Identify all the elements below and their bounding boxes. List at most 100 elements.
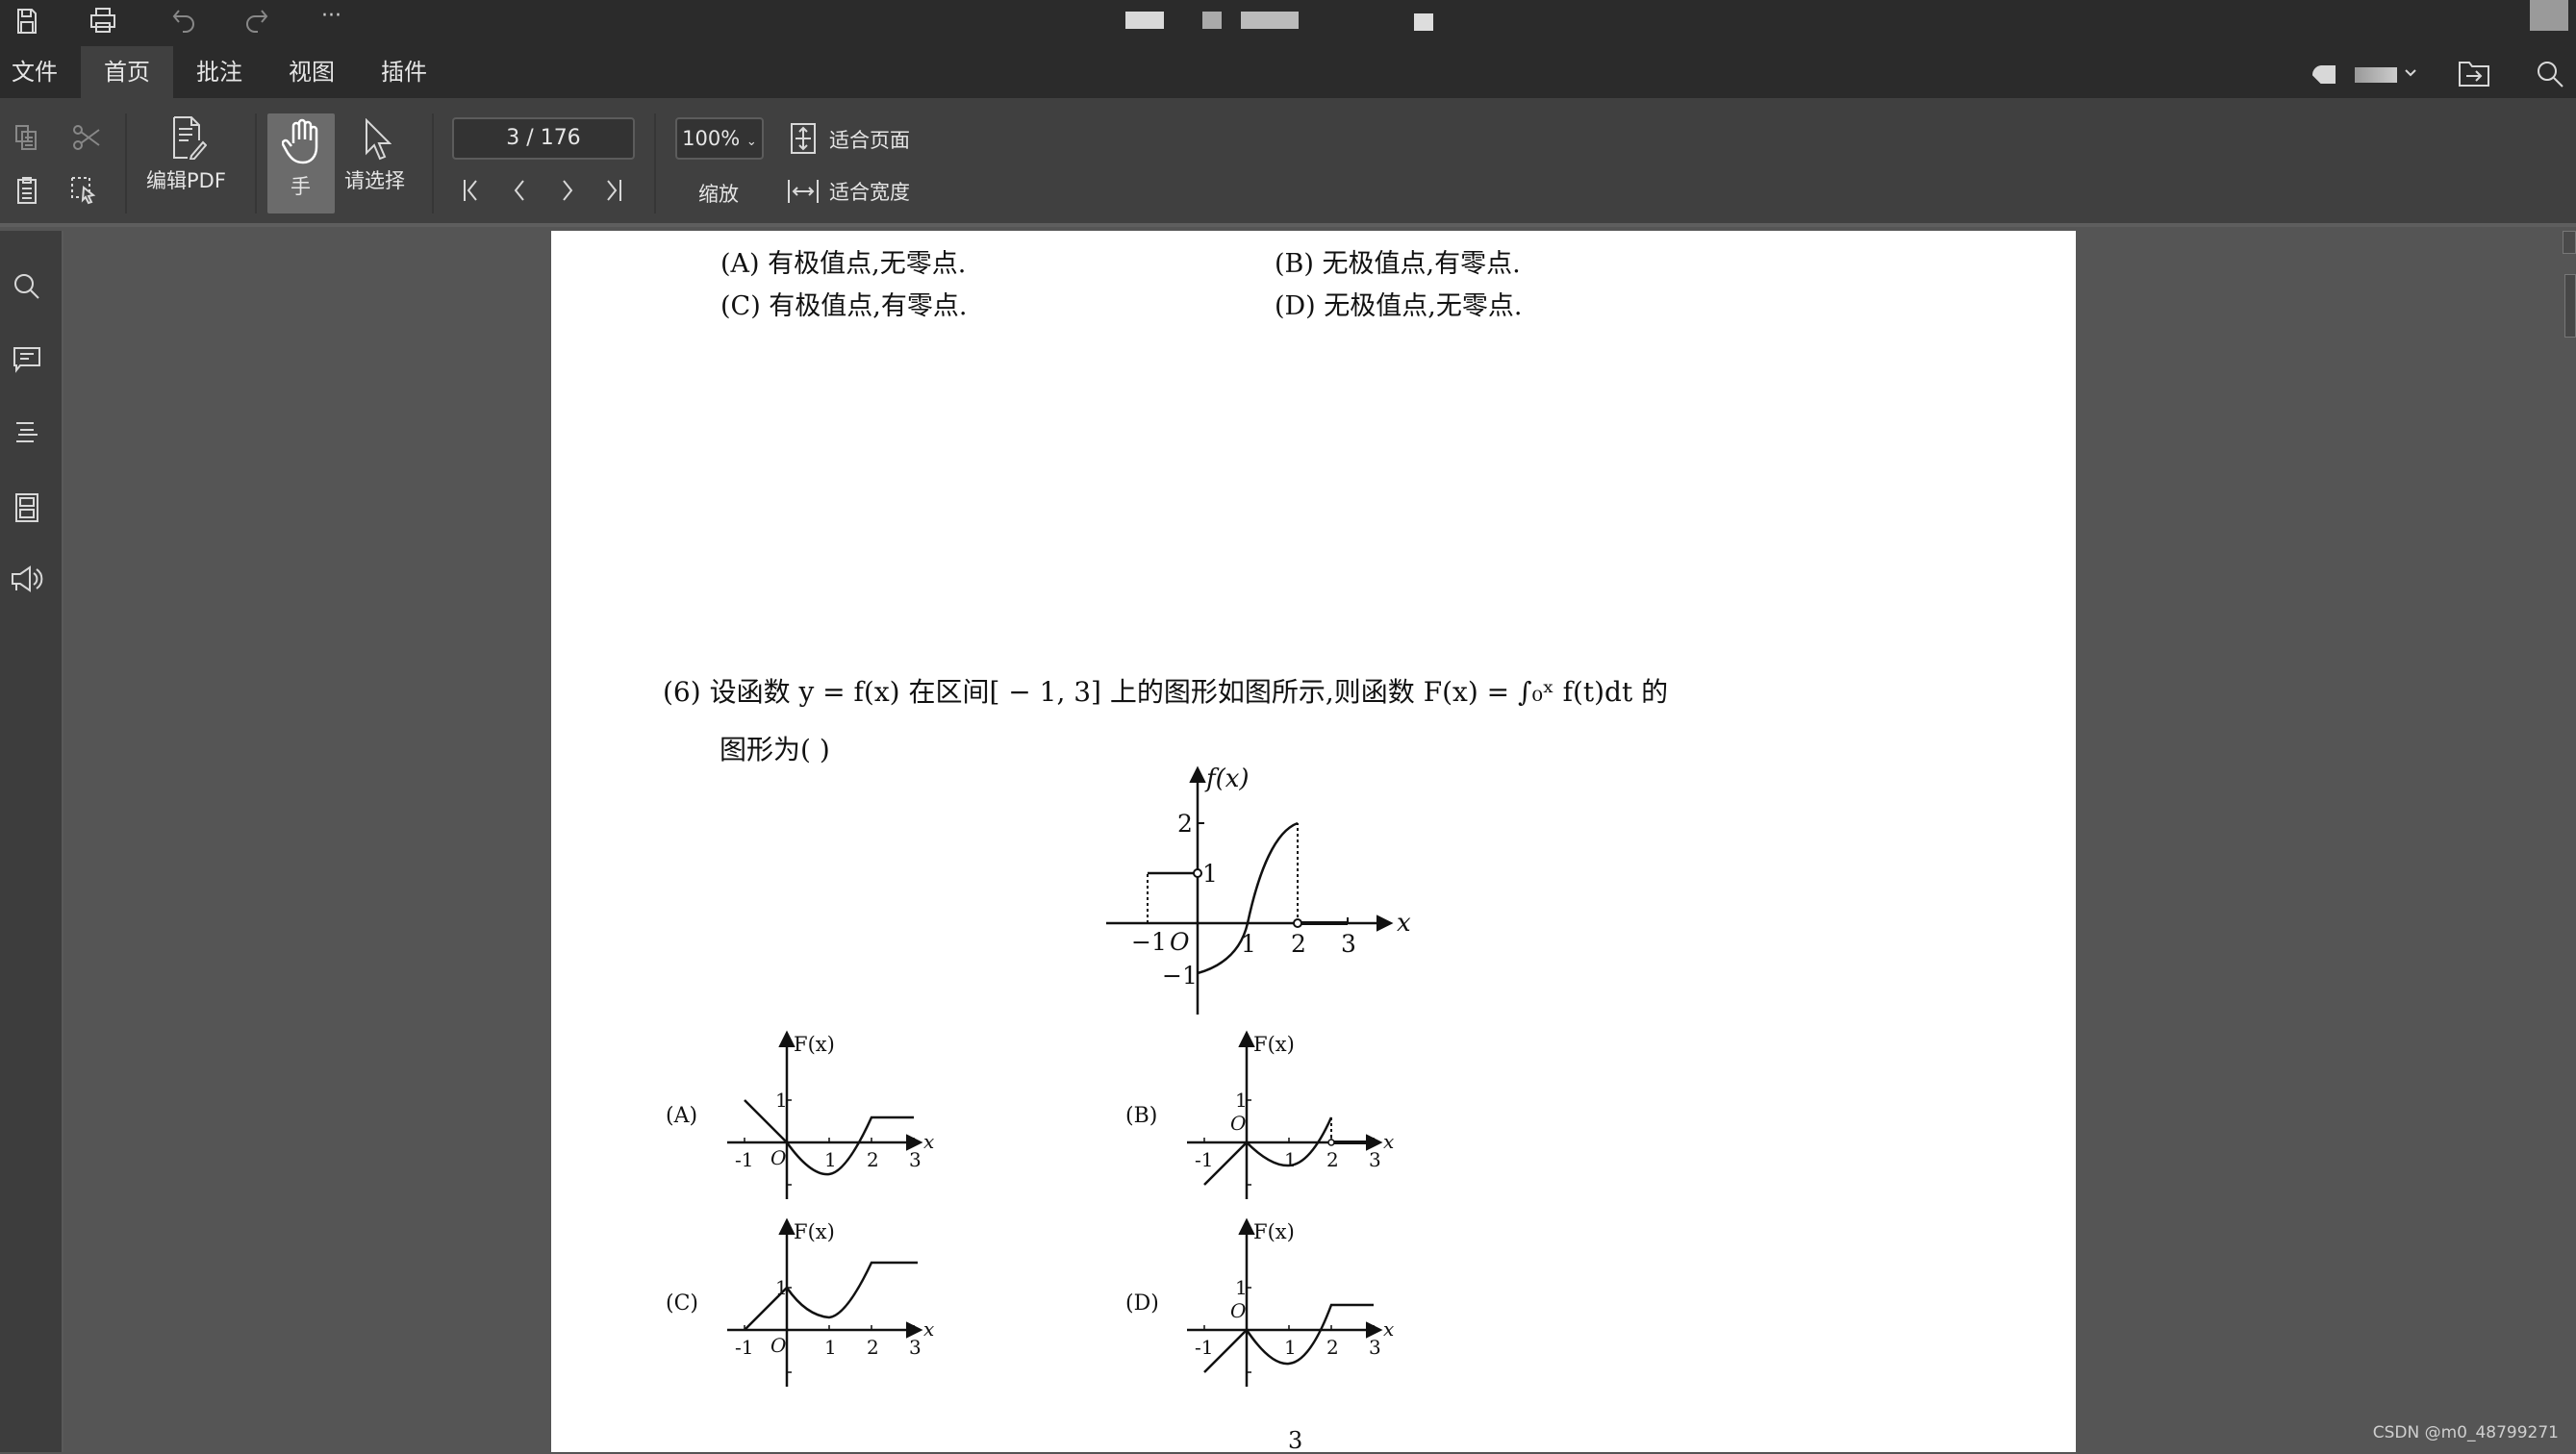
menu-view[interactable]: 视图 — [277, 46, 346, 98]
select-tool-button[interactable]: 请选择 — [342, 113, 412, 213]
menu-file[interactable]: 文件 — [0, 46, 69, 98]
x-tick-label: 1 — [1284, 1336, 1297, 1359]
hand-icon — [281, 117, 321, 165]
y-axis-label: F(x) — [794, 1220, 835, 1243]
choice-graph-b[interactable]: (B) F(x) x O 1 -1 1 2 3 — [1122, 1022, 1439, 1215]
window-title-blurred — [1202, 12, 1222, 29]
origin-label: O — [770, 1146, 786, 1169]
y-axis-label: F(x) — [1253, 1033, 1295, 1056]
menu-plugins[interactable]: 插件 — [369, 46, 439, 98]
redo-icon[interactable] — [240, 4, 273, 37]
option-a-prev: (A) 有极值点,无零点. — [720, 249, 967, 279]
option-b-prev: (B) 无极值点,有零点. — [1275, 249, 1521, 279]
cursor-arrow-icon — [360, 117, 394, 163]
read-aloud-icon[interactable] — [8, 562, 46, 596]
zoom-select[interactable]: 100% ⌄ — [675, 117, 764, 160]
page-number-input[interactable]: 3 / 176 — [452, 117, 635, 160]
chevron-down-icon[interactable] — [2401, 62, 2420, 85]
x-tick-label: 2 — [1291, 930, 1306, 958]
left-sidebar — [0, 231, 63, 1452]
fit-page-icon — [789, 121, 818, 156]
x-tick-label: -1 — [1195, 1336, 1213, 1359]
cloud-icon[interactable] — [2311, 60, 2339, 88]
origin-label: O — [1230, 1112, 1246, 1135]
next-page-icon[interactable] — [556, 177, 579, 204]
x-axis-label: x — [1383, 1130, 1394, 1153]
open-point — [1193, 868, 1202, 878]
choice-graph-c[interactable]: (C) F(x) x O 1 -1 1 2 3 — [662, 1210, 979, 1402]
x-axis-label: x — [923, 1317, 934, 1341]
print-icon[interactable] — [87, 4, 119, 37]
chevron-down-icon: ⌄ — [745, 135, 757, 149]
edit-pdf-label: 编辑PDF — [146, 169, 226, 192]
search-icon[interactable] — [10, 269, 44, 304]
menu-home[interactable]: 首页 — [81, 46, 173, 98]
paste-icon[interactable] — [13, 175, 40, 206]
y-tick-label: 1 — [1202, 860, 1218, 888]
outline-icon[interactable] — [10, 415, 44, 450]
Fx-curve — [744, 1261, 918, 1331]
x-tick-label: 2 — [1326, 1148, 1339, 1171]
origin-label: O — [770, 1334, 786, 1357]
zoom-label: 缩放 — [698, 183, 739, 206]
edit-pdf-button[interactable]: 编辑PDF — [142, 108, 235, 208]
x-tick-label: 3 — [1369, 1148, 1381, 1171]
y-tick-label: 1 — [1235, 1089, 1248, 1112]
export-folder-icon[interactable] — [2457, 60, 2491, 88]
copy-icon[interactable] — [13, 123, 40, 152]
fit-width-button[interactable]: 适合宽度 — [787, 173, 922, 212]
previous-page-icon[interactable] — [508, 177, 531, 204]
more-icon[interactable]: ··· — [321, 4, 341, 28]
hand-tool-button[interactable]: 手 — [267, 113, 335, 213]
x-tick-label: -1 — [735, 1148, 753, 1171]
choice-label: (C) — [666, 1291, 698, 1316]
x-tick-label: 1 — [824, 1148, 837, 1171]
undo-icon[interactable] — [167, 4, 200, 37]
window-title-blurred — [1241, 12, 1299, 29]
fit-width-icon — [787, 177, 820, 206]
choice-label: (D) — [1125, 1291, 1159, 1316]
save-icon[interactable] — [13, 6, 40, 37]
page-number: 3 — [1288, 1427, 1303, 1454]
fx-graph: f(x) x O −1 1 2 3 2 1 −1 — [1106, 765, 1411, 1015]
x-tick-label: 1 — [1241, 930, 1256, 958]
scroll-up-button[interactable] — [2563, 231, 2576, 254]
first-page-icon[interactable] — [460, 177, 483, 204]
choice-label: (B) — [1125, 1104, 1157, 1128]
x-axis-label: x — [1383, 1317, 1394, 1341]
origin-label: O — [1170, 928, 1190, 956]
choice-label: (A) — [666, 1104, 697, 1128]
choice-graph-d[interactable]: (D) F(x) x O 1 -1 1 2 3 — [1122, 1210, 1439, 1402]
y-axis-label: F(x) — [1253, 1220, 1295, 1243]
choice-graph-a[interactable]: (A) F(x) x O 1 -1 1 2 3 — [662, 1022, 979, 1215]
open-point — [1293, 918, 1302, 928]
edit-pdf-icon — [169, 115, 208, 160]
window-control-blurred[interactable] — [2530, 0, 2568, 31]
question-6-text: (6) 设函数 y = f(x) 在区间[ − 1, 3] 上的图形如图所示,则… — [663, 676, 1669, 708]
scrollbar-thumb[interactable] — [2564, 274, 2576, 338]
y-axis-label: F(x) — [794, 1033, 835, 1056]
x-tick-label: 2 — [867, 1148, 879, 1171]
y-tick-label: 1 — [775, 1089, 788, 1112]
scissors-icon[interactable] — [71, 123, 102, 152]
x-tick-label: 2 — [867, 1336, 879, 1359]
option-d-prev: (D) 无极值点,无零点. — [1275, 291, 1523, 321]
pdf-page: (A) 有极值点,无零点. (B) 无极值点,有零点. (C) 有极值点,有零点… — [551, 231, 2076, 1454]
option-c-prev: (C) 有极值点,有零点. — [720, 291, 968, 321]
fit-page-label: 适合页面 — [829, 129, 910, 152]
area-select-icon[interactable] — [69, 175, 100, 208]
x-tick-label: -1 — [735, 1336, 753, 1359]
menu-annotate[interactable]: 批注 — [185, 46, 254, 98]
last-page-icon[interactable] — [602, 177, 625, 204]
user-avatar-blurred[interactable] — [2355, 67, 2397, 83]
window-title-blurred — [1414, 13, 1433, 31]
thumbnails-icon[interactable] — [10, 490, 44, 525]
fit-page-button[interactable]: 适合页面 — [787, 119, 922, 158]
x-tick-label: 3 — [909, 1148, 922, 1171]
watermark: CSDN @m0_48799271 — [2372, 1423, 2559, 1442]
toolbar-divider — [255, 113, 257, 213]
x-tick-label: 3 — [909, 1336, 922, 1359]
comment-icon[interactable] — [10, 342, 44, 377]
search-icon[interactable] — [2534, 58, 2566, 90]
question-6-text-cont: 图形为( ) — [720, 734, 830, 765]
